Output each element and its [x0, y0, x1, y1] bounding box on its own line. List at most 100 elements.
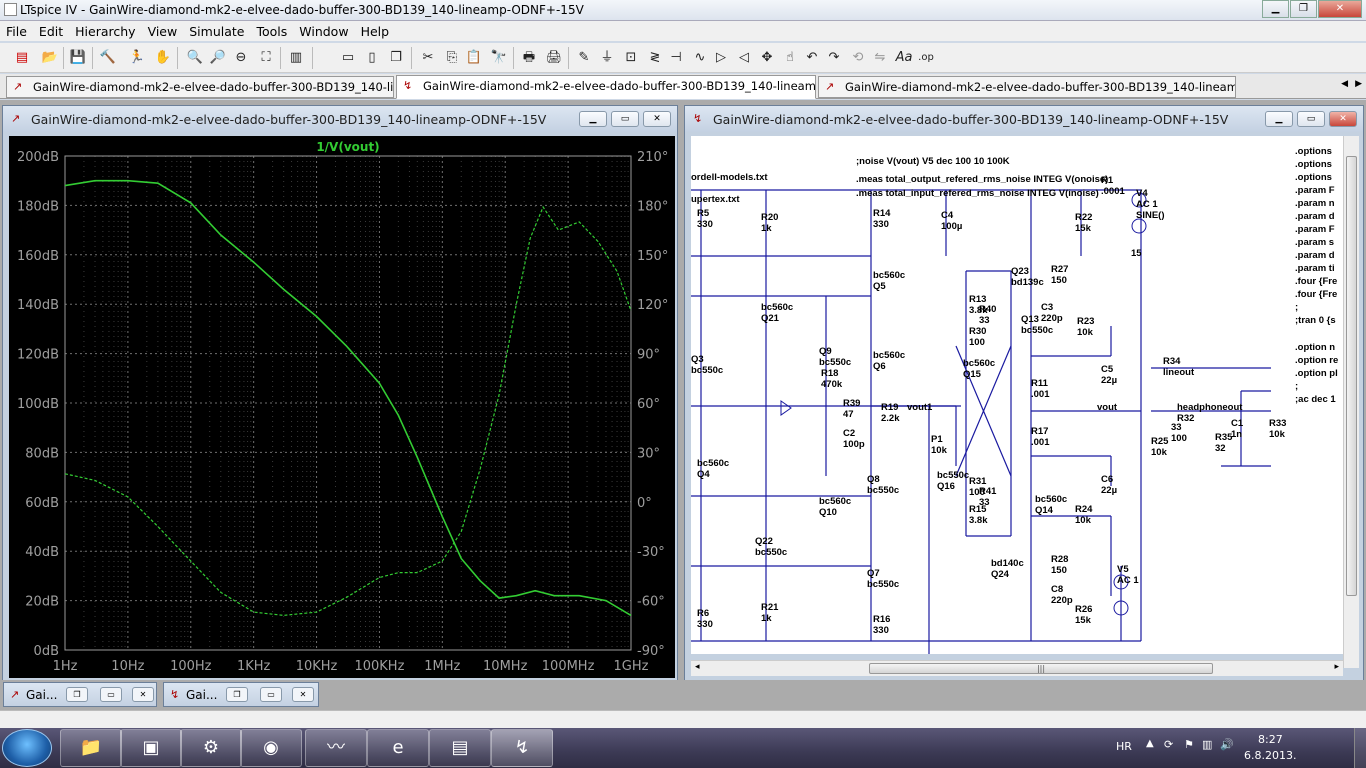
component-label[interactable]: vout [1097, 402, 1118, 413]
component-value[interactable]: 1k [761, 613, 772, 624]
plot-minimize-button[interactable]: ▁ [579, 111, 607, 127]
spice-directive[interactable]: .param s [1295, 237, 1334, 248]
tab-plot-2[interactable]: ↗ GainWire-diamond-mk2-e-elvee-dado-buffe… [818, 76, 1236, 98]
ie-taskbar-icon[interactable]: e [367, 729, 429, 767]
component-value[interactable]: 330 [873, 219, 889, 230]
volume-icon[interactable]: 🔊 [1220, 738, 1234, 751]
close-button[interactable]: ✕ [292, 687, 314, 702]
bode-chart[interactable]: 200dB 210° 180dB 180° 160dB 150° 140dB 120° 120d… [9, 136, 675, 678]
component-value[interactable]: 220p [1051, 595, 1073, 606]
component-value[interactable]: Q16 [937, 481, 955, 492]
component-value[interactable]: 220p [1041, 313, 1063, 324]
component-label[interactable]: bc550c [937, 470, 969, 481]
component-label[interactable]: bc560c [819, 496, 851, 507]
component-value[interactable]: 1k [761, 223, 772, 234]
close-button[interactable]: ✕ [1318, 0, 1362, 18]
schematic-drawing[interactable]: ;noise V(vout) V5 dec 100 10 100K .meas … [691, 136, 1343, 654]
component-label[interactable]: vout1 [907, 402, 933, 413]
component-label[interactable]: bc560c [963, 358, 995, 369]
flag-icon[interactable]: ⚑ [1184, 738, 1194, 751]
component-value[interactable]: AC 1 [1117, 575, 1139, 586]
component-value[interactable]: bc550c [1021, 325, 1053, 336]
pan-icon[interactable]: 🔎 [208, 48, 228, 68]
component-value[interactable]: 22µ [1101, 485, 1117, 496]
component-label[interactable]: headphoneout [1177, 402, 1243, 413]
control-panel-icon[interactable]: 🔨 [98, 48, 118, 68]
component-value[interactable]: 10k [1077, 327, 1094, 338]
scope-taskbar-icon[interactable]: 〰 [305, 729, 367, 767]
redo-icon[interactable]: ↷ [824, 48, 844, 68]
save-icon[interactable]: 💾 [68, 48, 88, 68]
halt-icon[interactable]: ✋ [153, 48, 173, 68]
minimize-button[interactable]: ▁ [1262, 0, 1289, 18]
component-value[interactable]: Q5 [873, 281, 886, 292]
component-label[interactable]: Q7 [867, 568, 880, 579]
component-label[interactable]: Q3 [691, 354, 704, 365]
minimized-window-1[interactable]: ↗ Gai... ❐ ▭ ✕ [3, 682, 157, 707]
browser-taskbar-icon[interactable]: ◉ [240, 729, 302, 767]
tools-taskbar-icon[interactable]: ⚙ [180, 729, 242, 767]
component-value[interactable]: 15k [1075, 223, 1092, 234]
spice-directive[interactable]: .param d [1295, 250, 1335, 261]
open-file-icon[interactable]: 📂 [40, 48, 60, 68]
component-label[interactable]: R39 [843, 398, 860, 409]
print-setup-icon[interactable]: 🖶 [519, 48, 539, 68]
component-label[interactable]: V5 [1117, 564, 1129, 575]
menu-edit[interactable]: Edit [33, 24, 69, 39]
component-label[interactable]: C4 [941, 210, 954, 221]
move-icon[interactable]: ✥ [757, 48, 777, 68]
print-icon[interactable]: 🖨 [544, 48, 564, 68]
label-net-icon[interactable]: ⊡ [621, 48, 641, 68]
inductor-icon[interactable]: ∿ [690, 48, 710, 68]
component-value[interactable]: bc550c [867, 579, 899, 590]
spice-directive[interactable]: ; [1295, 381, 1298, 392]
zoom-fit-icon[interactable]: ⛶ [256, 48, 276, 68]
spice-directive[interactable]: .four {Fre [1295, 289, 1337, 300]
component-label[interactable]: R27 [1051, 264, 1068, 275]
component-label[interactable]: R34 [1163, 356, 1181, 367]
tab-scroll-left-icon[interactable]: ◀ [1341, 79, 1348, 89]
component-value[interactable]: .001 [1031, 437, 1050, 448]
spice-directive[interactable]: .four {Fre [1295, 276, 1337, 287]
component-label[interactable]: R28 [1051, 554, 1068, 565]
component-value[interactable]: bd139c [1011, 277, 1044, 288]
resistor-icon[interactable]: ≷ [645, 48, 665, 68]
spice-directive[interactable]: .options [1295, 172, 1332, 183]
component-value[interactable]: 10k [1269, 429, 1286, 440]
spice-directive[interactable]: ;tran 0 {s [1295, 315, 1336, 326]
restore-button[interactable]: ❐ [66, 687, 88, 702]
component-label[interactable]: R19 [881, 402, 898, 413]
component-value[interactable]: AC 1 [1136, 199, 1158, 210]
spice-directive[interactable]: .param ti [1295, 263, 1335, 274]
horizontal-scroll-thumb[interactable]: ||| [869, 663, 1213, 674]
component-value[interactable]: 150 [1051, 275, 1067, 286]
rotate-icon[interactable]: ⟲ [848, 48, 868, 68]
clock-date[interactable]: 6.8.2013. [1244, 749, 1296, 762]
component-value[interactable]: bc550c [819, 357, 851, 368]
component-label[interactable]: P1 [931, 434, 943, 445]
component-value[interactable]: Q24 [991, 569, 1010, 580]
spice-directive[interactable]: ;ac dec 1 [1295, 394, 1336, 405]
component-label[interactable]: R23 [1077, 316, 1094, 327]
component-label[interactable]: Q23 [1011, 266, 1029, 277]
diode-icon[interactable]: ▷ [711, 48, 731, 68]
text-icon[interactable]: Aa [894, 48, 914, 68]
vertical-scroll-thumb[interactable] [1346, 156, 1357, 596]
scroll-right-icon[interactable]: ▸ [1334, 662, 1339, 672]
component-label[interactable]: SINE() [1136, 210, 1165, 221]
component-label[interactable]: Q13 [1021, 314, 1039, 325]
component-value[interactable]: 10k [931, 445, 948, 456]
component-value[interactable]: 47 [843, 409, 854, 420]
component-label[interactable]: R1 [1101, 175, 1114, 186]
component-value[interactable]: 10k [1151, 447, 1168, 458]
find-icon[interactable]: 🔭 [489, 48, 509, 68]
component-label[interactable]: C8 [1051, 584, 1063, 595]
maximize-button[interactable]: ▭ [100, 687, 122, 702]
component-value[interactable]: lineout [1163, 367, 1195, 378]
component-value[interactable]: 1n [1231, 429, 1242, 440]
schematic-minimize-button[interactable]: ▁ [1265, 111, 1293, 127]
zoom-in-icon[interactable]: 🔍 [185, 48, 205, 68]
component-value[interactable]: 330 [697, 619, 713, 630]
component-label[interactable]: R18 [821, 368, 838, 379]
component-label[interactable]: R11 [1031, 378, 1049, 389]
